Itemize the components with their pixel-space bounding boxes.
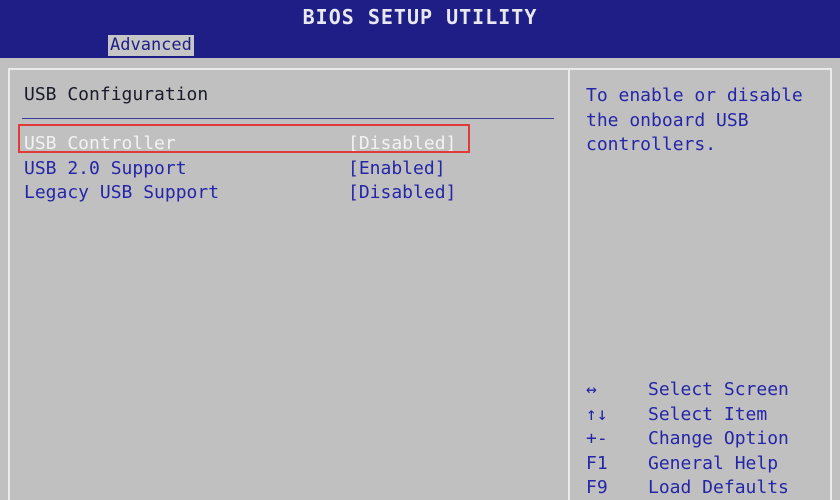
legend-desc: Select Screen <box>648 379 789 400</box>
selection-highlight-box <box>18 124 470 153</box>
legend-key-f1: F1 <box>586 452 608 474</box>
setting-label: USB 2.0 Support <box>24 157 187 179</box>
legend-desc: Load Defaults <box>648 477 789 498</box>
main-panel: USB Configuration USB Controller [Disabl… <box>0 58 840 500</box>
setting-usb-2-support[interactable]: USB 2.0 Support [Enabled] <box>24 157 464 181</box>
plus-minus-icon: +- <box>586 428 608 449</box>
setting-legacy-usb-support[interactable]: Legacy USB Support [Disabled] <box>24 181 464 205</box>
legend-row-change-option: +- Change Option <box>586 427 826 452</box>
tab-bar: Advanced <box>0 32 840 58</box>
section-divider <box>22 118 554 119</box>
legend-desc: Change Option <box>648 428 789 449</box>
legend-desc: Select Item <box>648 403 768 425</box>
panel-divider <box>568 68 570 500</box>
window-title: BIOS SETUP UTILITY <box>0 0 840 32</box>
legend-desc: General Help <box>648 452 779 474</box>
legend-row-select-screen: ↔ Select Screen <box>586 378 826 403</box>
setting-value[interactable]: [Enabled] <box>348 157 446 181</box>
help-text: To enable or disable the onboard USB con… <box>586 85 803 155</box>
legend-row-load-defaults: F9 Load Defaults <box>586 476 826 500</box>
legend-row-select-item: ↑↓ Select Item <box>586 403 826 428</box>
tab-advanced[interactable]: Advanced <box>108 35 194 56</box>
legend-row-general-help: F1 General Help <box>586 452 826 477</box>
left-right-arrow-icon: ↔ <box>586 379 597 400</box>
setting-label: Legacy USB Support <box>24 182 220 203</box>
bios-screen: BIOS SETUP UTILITY Advanced USB Configur… <box>0 0 840 500</box>
up-down-arrow-icon: ↑↓ <box>586 403 608 425</box>
key-legend: ↔ Select Screen ↑↓ Select Item +- Change… <box>586 378 826 500</box>
section-title: USB Configuration <box>24 84 209 105</box>
legend-key-f9: F9 <box>586 477 608 498</box>
setting-value[interactable]: [Disabled] <box>348 181 456 205</box>
